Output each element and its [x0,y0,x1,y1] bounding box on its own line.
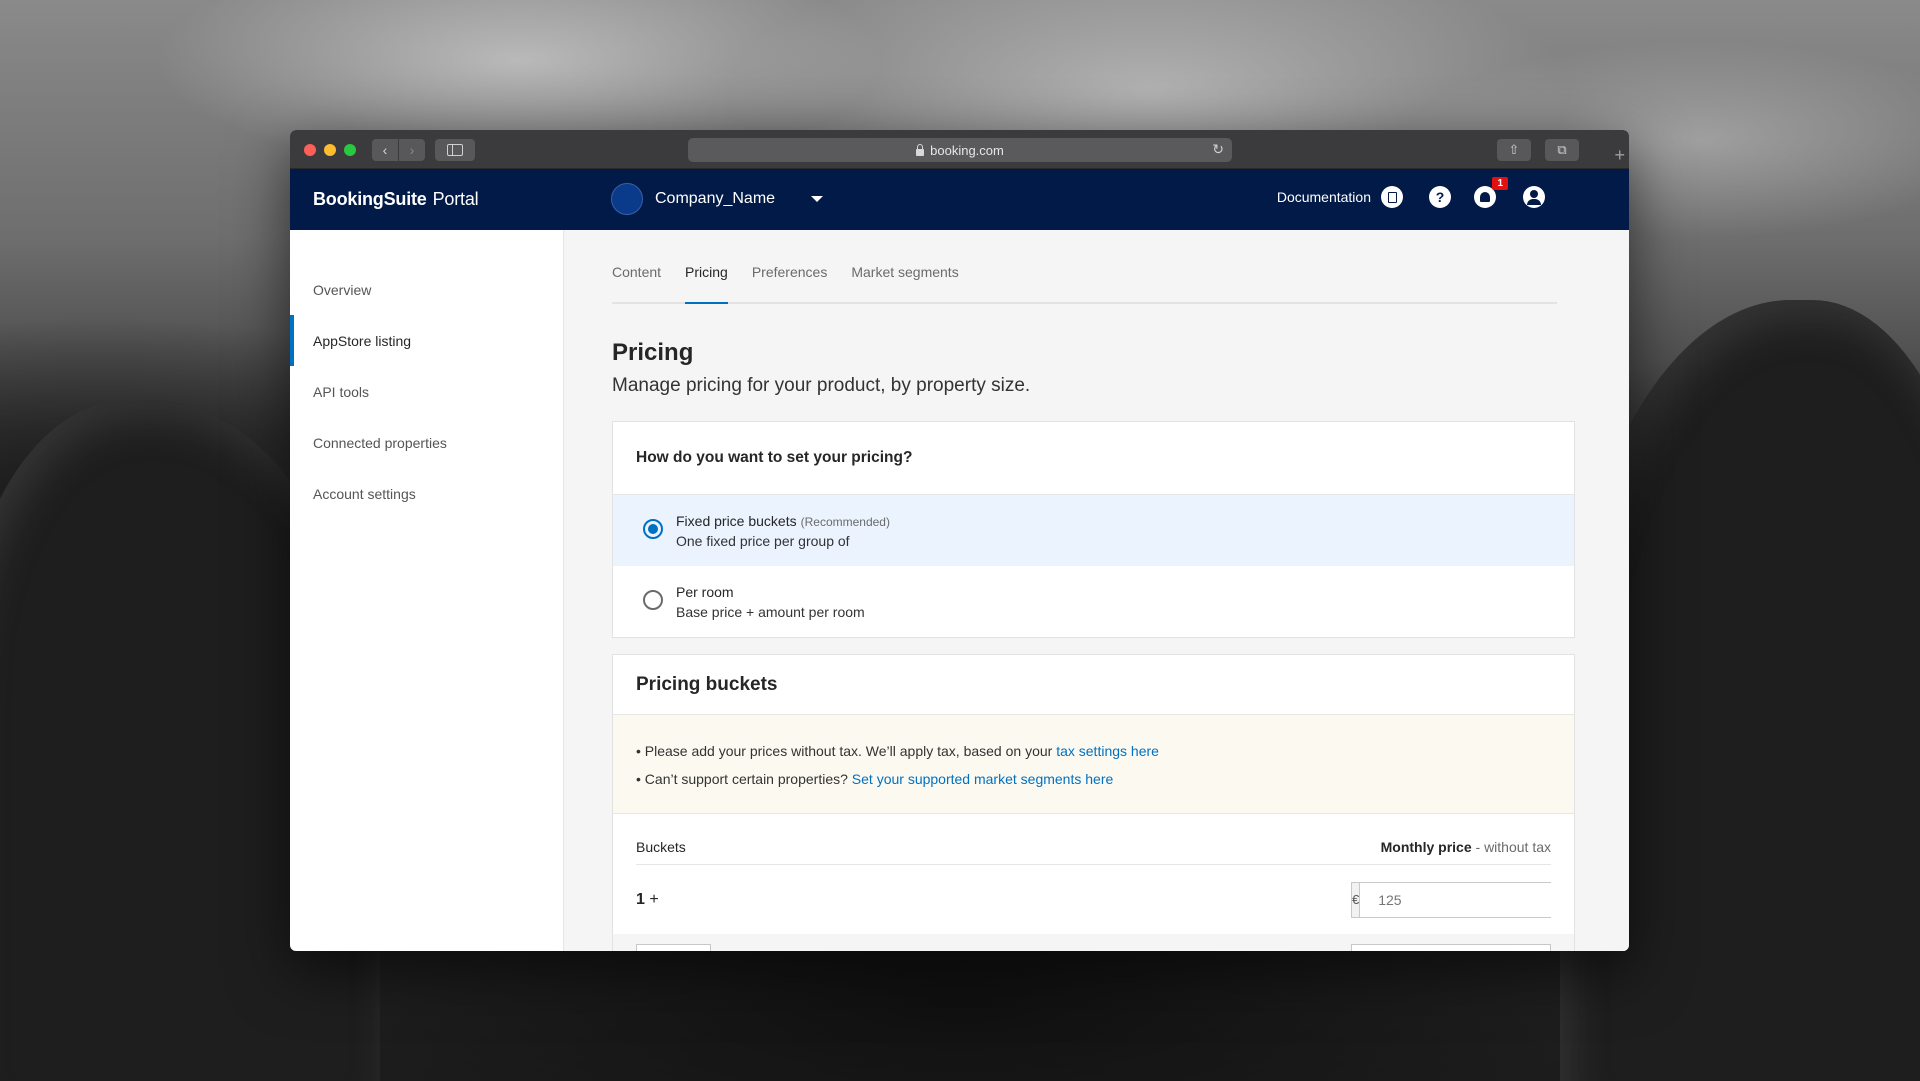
pricing-method-card: How do you want to set your pricing? Fix… [612,421,1575,638]
history-nav: ‹ › [372,139,425,161]
column-buckets: Buckets [636,839,686,855]
sidebar-item-api-tools[interactable]: API tools [290,366,563,417]
tab-bar: Content Pricing Preferences Market segme… [612,262,1557,304]
brand-suffix: Portal [432,189,479,209]
account-button[interactable] [1523,186,1545,208]
company-switcher[interactable]: Company_Name [611,183,824,215]
notifications-button[interactable]: 1 [1474,177,1508,208]
tax-settings-link[interactable]: tax settings here [1056,743,1159,759]
currency-label: € [1352,882,1361,917]
sidebar-item-label: Connected properties [313,434,447,451]
address-bar[interactable]: booking.com ↻ [688,138,1232,162]
notice-text: • Please add your prices without tax. We… [636,743,1057,759]
brand-name: BookingSuite [313,189,427,209]
radio-per-room[interactable] [643,590,663,610]
caret-down-icon [811,196,824,202]
zoom-window-button[interactable] [344,144,356,156]
price-field: € [1351,881,1560,918]
minimize-window-button[interactable] [324,144,336,156]
sidebar-toggle-button[interactable] [435,139,475,161]
sidebar-item-account-settings[interactable]: Account settings [290,468,563,519]
notice-line: • Can’t support certain properties? Set … [636,765,1551,793]
sidebar-item-label: Overview [313,281,372,298]
recommended-tag: (Recommended) [800,515,890,529]
bell-icon [1480,192,1490,202]
column-note: - without tax [1471,839,1552,855]
sidebar-item-label: Account settings [313,485,416,502]
notice-line: • Please add your prices without tax. We… [636,737,1551,765]
brand-logo[interactable]: BookingSuite Portal [313,189,479,210]
chevron-left-icon: ‹ [382,142,388,158]
pricing-buckets-title: Pricing buckets [613,655,1574,715]
price-input-stub[interactable] [1351,944,1551,951]
app-header: BookingSuite Portal Company_Name Document… [290,169,1629,230]
bucket-size: 1 + [636,891,659,909]
header-actions: Documentation ? 1 [1277,177,1545,208]
option-description: One fixed price per group of [676,533,850,549]
bucket-stepper-stub[interactable] [636,944,711,951]
option-description: Base price + amount per room [676,604,865,620]
url-text: booking.com [930,142,1004,158]
option-fixed-price-buckets[interactable]: Fixed price buckets (Recommended) One fix… [613,495,1574,566]
browser-window: ‹ › booking.com ↻ ⇧ ⧉ + BookingSuite Port… [290,130,1629,951]
tabs-icon: ⧉ [1557,142,1567,157]
chevron-right-icon: › [409,142,415,158]
option-title: Fixed price buckets [676,513,797,529]
column-label: Monthly price [1380,839,1472,855]
browser-toolbar: ‹ › booking.com ↻ ⇧ ⧉ + [290,130,1629,169]
company-name: Company_Name [655,190,776,207]
window-controls [304,144,356,156]
radio-fixed-price-buckets[interactable] [643,519,663,539]
column-monthly-price: Monthly price - without tax [1381,839,1551,855]
reload-icon[interactable]: ↻ [1212,141,1224,158]
page-subtitle: Manage pricing for your product, by prop… [612,375,1031,396]
notification-badge: 1 [1492,177,1508,190]
tab-pricing[interactable]: Pricing [685,262,728,304]
tab-content[interactable]: Content [612,262,661,302]
sidebar-icon [447,144,463,156]
share-button[interactable]: ⇧ [1497,139,1531,161]
close-window-button[interactable] [304,144,316,156]
new-tab-button[interactable]: + [1614,146,1625,164]
option-per-room[interactable]: Per room Base price + amount per room [613,566,1574,637]
back-button[interactable]: ‹ [372,139,398,161]
bucket-suffix: + [649,890,659,908]
lock-icon [916,143,925,156]
tab-market-segments[interactable]: Market segments [851,262,958,302]
app-body: Overview AppStore listing API tools Conn… [290,230,1629,951]
sidebar-item-connected-properties[interactable]: Connected properties [290,417,563,468]
share-icon: ⇧ [1508,142,1520,157]
monthly-price-input[interactable] [1360,882,1560,917]
tabs-overview-button[interactable]: ⧉ [1545,139,1579,161]
sidebar-item-overview[interactable]: Overview [290,264,563,315]
tab-preferences[interactable]: Preferences [752,262,827,302]
sidebar-item-label: API tools [313,383,370,400]
buckets-table-header: Buckets Monthly price - without tax [636,814,1551,865]
pricing-buckets-card: Pricing buckets • Please add your prices… [612,654,1575,951]
pricing-method-question: How do you want to set your pricing? [613,422,1574,495]
sidebar-nav: Overview AppStore listing API tools Conn… [290,230,564,951]
sidebar-item-appstore-listing[interactable]: AppStore listing [290,315,563,366]
forward-button[interactable]: › [399,139,425,161]
user-icon [1527,190,1541,205]
browser-actions: ⇧ ⧉ [1497,139,1579,161]
sidebar-item-label: AppStore listing [313,332,412,349]
company-avatar [611,183,643,215]
tax-notice: • Please add your prices without tax. We… [613,715,1574,814]
notice-text: • Can’t support certain properties? [636,771,852,787]
bucket-min: 1 [636,890,645,908]
documentation-link[interactable]: Documentation [1277,189,1371,205]
main-content: Content Pricing Preferences Market segme… [564,230,1629,951]
document-icon[interactable] [1381,186,1403,208]
option-title: Per room [676,584,734,600]
page-title: Pricing [612,339,694,366]
market-segments-link[interactable]: Set your supported market segments here [852,771,1113,787]
table-row: 1 + € [636,865,1560,934]
table-row-partial [613,934,1574,951]
help-icon[interactable]: ? [1429,186,1451,208]
